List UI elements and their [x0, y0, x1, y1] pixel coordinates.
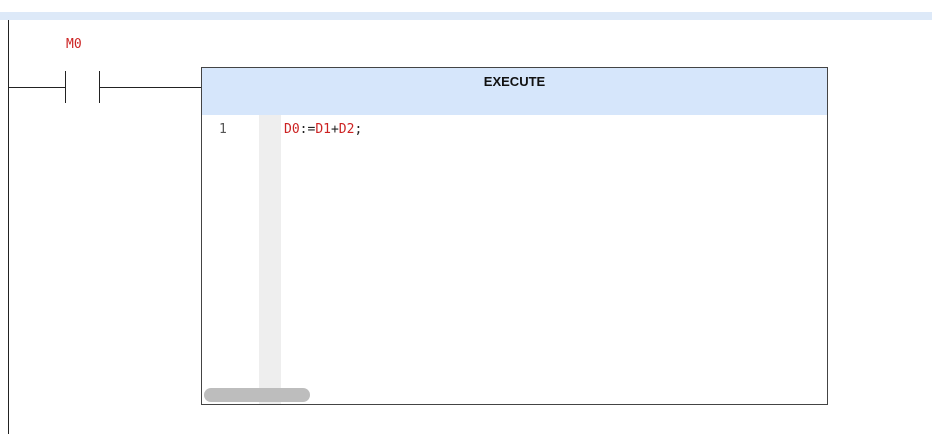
code-variable-token: D1	[315, 122, 331, 137]
code-variable-token: D0	[284, 122, 300, 137]
rung-wire-right	[99, 87, 201, 88]
contact-label: M0	[66, 37, 82, 52]
code-operator-token: :=	[299, 122, 316, 137]
code-operator-token: +	[330, 122, 339, 137]
code-editor-line[interactable]: D0:=D1+D2;	[284, 122, 362, 137]
horizontal-scrollbar-thumb[interactable]	[204, 388, 310, 402]
line-number: 1	[219, 122, 227, 137]
code-operator-token: ;	[354, 122, 363, 137]
code-variable-token: D2	[338, 122, 355, 137]
code-gutter	[259, 115, 281, 404]
execute-block[interactable]: EXECUTE 1 D0:=D1+D2;	[201, 67, 828, 405]
execute-block-header: EXECUTE	[202, 68, 827, 115]
editor-top-strip	[0, 12, 932, 20]
left-power-rail	[8, 20, 9, 434]
execute-block-title: EXECUTE	[483, 74, 546, 89]
contact-left-plate	[65, 71, 66, 103]
rung-wire-left	[8, 87, 65, 88]
